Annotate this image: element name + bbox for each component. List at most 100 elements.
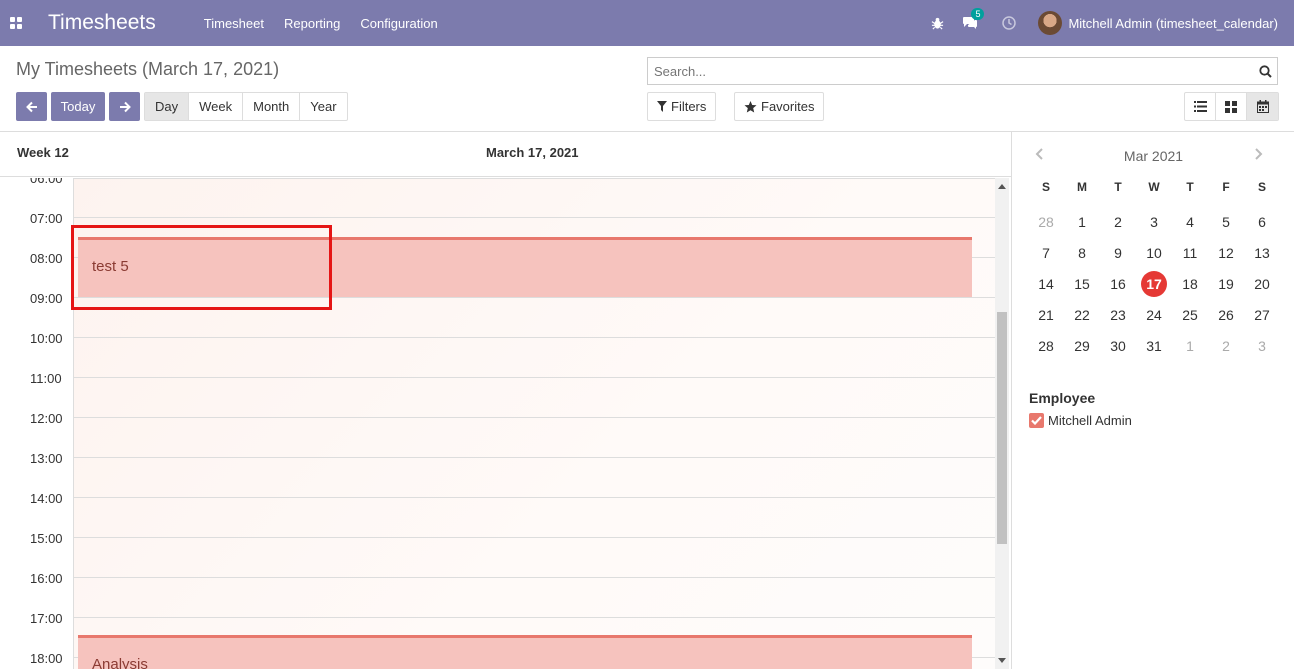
mini-day[interactable]: 29 xyxy=(1064,330,1100,361)
messages-icon[interactable]: 5 xyxy=(962,8,985,30)
filter-icon xyxy=(657,101,667,112)
mini-day[interactable]: 8 xyxy=(1064,237,1100,268)
mini-day[interactable]: 3 xyxy=(1136,206,1172,237)
vertical-scrollbar[interactable] xyxy=(995,178,1009,669)
hour-line xyxy=(74,457,996,458)
menu-reporting[interactable]: Reporting xyxy=(284,16,340,31)
mini-day[interactable]: 31 xyxy=(1136,330,1172,361)
search-input[interactable] xyxy=(654,63,1253,79)
time-label: 13:00 xyxy=(30,451,63,466)
hour-line xyxy=(74,497,996,498)
scrollbar-thumb[interactable] xyxy=(997,312,1007,544)
user-avatar[interactable] xyxy=(1038,11,1063,35)
mini-day[interactable]: 1 xyxy=(1172,330,1208,361)
mini-day[interactable]: 18 xyxy=(1172,268,1208,299)
mini-day[interactable]: 24 xyxy=(1136,299,1172,330)
favorites-button[interactable]: Favorites xyxy=(734,92,825,121)
mini-day[interactable]: 4 xyxy=(1172,206,1208,237)
hour-line xyxy=(74,337,996,338)
hour-line xyxy=(74,377,996,378)
star-icon xyxy=(744,100,757,112)
previous-button[interactable] xyxy=(16,92,47,121)
scale-month-button[interactable]: Month xyxy=(243,93,301,120)
mini-day[interactable]: 7 xyxy=(1028,237,1064,268)
mini-day[interactable]: 27 xyxy=(1244,299,1280,330)
calendar-view-button[interactable] xyxy=(1247,93,1278,120)
mini-day[interactable]: 6 xyxy=(1244,206,1280,237)
employee-name: Mitchell Admin xyxy=(1048,413,1132,428)
mini-day[interactable]: 23 xyxy=(1100,299,1136,330)
apps-menu-icon[interactable] xyxy=(0,0,32,46)
next-button[interactable] xyxy=(109,92,140,121)
event-title: Analysis xyxy=(92,656,148,669)
scroll-down-arrow-icon[interactable] xyxy=(998,656,1006,664)
user-menu-name[interactable]: Mitchell Admin (timesheet_calendar) xyxy=(1068,16,1278,31)
menu-configuration[interactable]: Configuration xyxy=(360,16,437,31)
mini-day[interactable]: 20 xyxy=(1244,268,1280,299)
day-header-date: March 17, 2021 xyxy=(486,145,579,160)
messages-count-badge: 5 xyxy=(971,8,985,20)
mini-day[interactable]: 28 xyxy=(1028,330,1064,361)
mini-day[interactable]: 9 xyxy=(1100,237,1136,268)
calendar-event[interactable]: Analysis xyxy=(78,635,972,669)
page-title: My Timesheets (March 17, 2021) xyxy=(16,59,280,79)
mini-day[interactable]: 30 xyxy=(1100,330,1136,361)
arrow-left-icon xyxy=(25,101,37,112)
weekday-label: M xyxy=(1077,180,1087,194)
kanban-icon xyxy=(1225,100,1237,113)
today-button[interactable]: Today xyxy=(51,92,105,121)
time-label: 14:00 xyxy=(30,491,63,506)
app-title: Timesheets xyxy=(48,11,156,34)
mini-day[interactable]: 3 xyxy=(1244,330,1280,361)
mini-day[interactable]: 11 xyxy=(1172,237,1208,268)
time-label: 15:00 xyxy=(30,531,63,546)
mini-day[interactable]: 1 xyxy=(1064,206,1100,237)
mini-calendar-month: Mar 2021 xyxy=(1123,148,1184,164)
mini-day[interactable]: 14 xyxy=(1028,268,1064,299)
employee-filter-item[interactable]: Mitchell Admin xyxy=(1029,413,1132,428)
calendar-day-view: Week 12 March 17, 2021 06:00 07:00 08:00… xyxy=(0,132,1011,669)
menu-timesheet[interactable]: Timesheet xyxy=(204,16,264,31)
mini-day[interactable]: 10 xyxy=(1136,237,1172,268)
mini-next-month-icon[interactable] xyxy=(1254,148,1264,163)
time-label: 09:00 xyxy=(30,291,63,306)
weekday-label: T xyxy=(1114,180,1122,194)
mini-day[interactable]: 5 xyxy=(1208,206,1244,237)
hour-line xyxy=(74,537,996,538)
scale-day-button[interactable]: Day xyxy=(145,93,190,120)
activity-clock-icon[interactable] xyxy=(1002,16,1017,30)
mini-day[interactable]: 15 xyxy=(1064,268,1100,299)
scroll-up-arrow-icon[interactable] xyxy=(998,182,1006,190)
time-label: 06:00 xyxy=(30,178,63,186)
kanban-view-button[interactable] xyxy=(1216,93,1247,120)
mini-day[interactable]: 2 xyxy=(1208,330,1244,361)
time-label: 17:00 xyxy=(30,611,63,626)
mini-day[interactable]: 19 xyxy=(1208,268,1244,299)
filters-button[interactable]: Filters xyxy=(647,92,717,121)
mini-day[interactable]: 25 xyxy=(1172,299,1208,330)
list-view-button[interactable] xyxy=(1185,93,1216,120)
mini-day[interactable]: 16 xyxy=(1100,268,1136,299)
time-label: 18:00 xyxy=(30,651,63,666)
employee-checkbox[interactable] xyxy=(1029,413,1044,428)
mini-calendar-header: Mar 2021 xyxy=(1012,146,1294,166)
debug-bug-icon[interactable] xyxy=(931,17,944,30)
mini-day[interactable]: 2 xyxy=(1100,206,1136,237)
mini-day[interactable]: 28 xyxy=(1028,206,1064,237)
mini-day[interactable]: 21 xyxy=(1028,299,1064,330)
scale-week-button[interactable]: Week xyxy=(189,93,244,120)
mini-day[interactable]: 12 xyxy=(1208,237,1244,268)
top-navbar: Timesheets Timesheet Reporting Configura… xyxy=(0,0,1294,46)
calendar-sidebar: Mar 2021 S M T W T F S 28 1 2 3 4 5 6 7 … xyxy=(1011,132,1294,669)
time-label: 11:00 xyxy=(30,371,62,386)
mini-day-today[interactable]: 17 xyxy=(1136,268,1172,299)
mini-day[interactable]: 22 xyxy=(1064,299,1100,330)
search-icon[interactable] xyxy=(1253,58,1277,84)
weekday-label: F xyxy=(1222,180,1230,194)
mini-day[interactable]: 26 xyxy=(1208,299,1244,330)
time-label: 12:00 xyxy=(30,411,63,426)
annotation-highlight-box xyxy=(71,225,332,310)
scale-year-button[interactable]: Year xyxy=(300,93,346,120)
check-icon xyxy=(1031,416,1042,425)
mini-day[interactable]: 13 xyxy=(1244,237,1280,268)
